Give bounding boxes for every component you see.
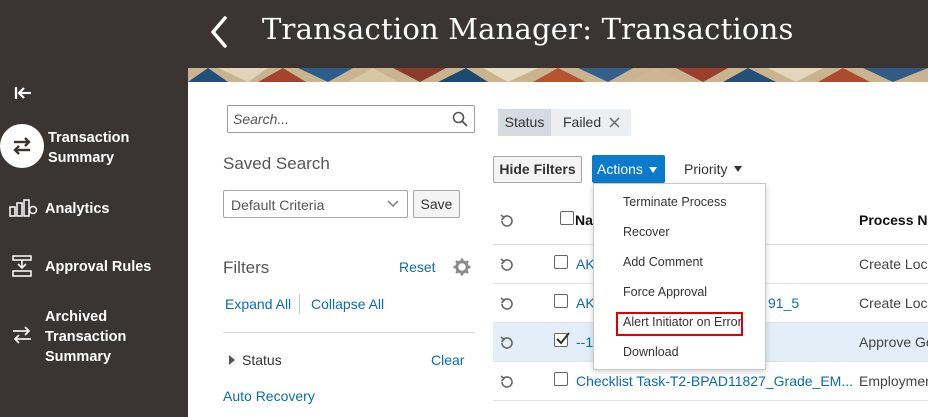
chip-field: Status — [498, 109, 551, 136]
menu-item-terminate-process[interactable]: Terminate Process — [594, 187, 765, 217]
actions-menu: Terminate Process Recover Add Comment Fo… — [593, 183, 766, 370]
actions-button[interactable]: Actions — [592, 155, 665, 183]
sidebar-item-analytics[interactable]: Analytics — [0, 196, 188, 222]
menu-item-add-comment[interactable]: Add Comment — [594, 247, 765, 277]
save-button[interactable]: Save — [413, 190, 460, 218]
page-title: Transaction Manager: Transactions — [262, 12, 794, 46]
saved-search-value: Default Criteria — [231, 197, 325, 213]
hide-filters-button[interactable]: Hide Filters — [493, 156, 582, 183]
row-checkbox[interactable] — [554, 255, 568, 269]
approval-rules-icon — [12, 255, 32, 277]
collapse-all-link[interactable]: Collapse All — [311, 296, 384, 312]
refresh-icon[interactable] — [499, 257, 515, 273]
menu-item-recover[interactable]: Recover — [594, 217, 765, 247]
filters-title: Filters — [223, 258, 270, 277]
refresh-icon[interactable] — [499, 296, 515, 312]
process-name: Create Loca — [859, 295, 928, 311]
saved-search-title: Saved Search — [223, 154, 330, 173]
clear-link[interactable]: Clear — [431, 352, 464, 368]
sidebar-item-approval-rules[interactable]: Approval Rules — [0, 254, 188, 280]
sidebar-item-label: Transaction Summary — [48, 130, 130, 166]
chevron-down-icon — [387, 200, 399, 207]
close-icon[interactable] — [608, 116, 621, 129]
collapse-sidebar-icon[interactable] — [14, 84, 32, 102]
reset-link[interactable]: Reset — [399, 259, 436, 275]
process-name: Employmen — [859, 373, 928, 389]
sidebar: Transaction Summary Analytics Approval R… — [0, 68, 188, 417]
sidebar-item-archived-transaction-summary[interactable]: Archived Transaction Summary — [0, 306, 188, 370]
auto-recovery-option[interactable]: Auto Recovery — [223, 388, 315, 404]
menu-item-force-approval[interactable]: Force Approval — [594, 277, 765, 307]
sidebar-item-label: Archived Transaction Summary — [45, 309, 127, 365]
transaction-name-suffix[interactable]: 91_5 — [768, 295, 799, 311]
refresh-icon[interactable] — [499, 335, 515, 351]
analytics-chart-icon — [9, 199, 38, 217]
column-header-name[interactable]: Na — [575, 212, 593, 228]
row-checkbox[interactable] — [554, 294, 568, 308]
sidebar-item-label: Approval Rules — [45, 259, 152, 275]
transaction-name-link[interactable]: Checklist Task-T2-BPAD11827_Grade_EM... — [576, 373, 853, 389]
refresh-icon[interactable] — [499, 374, 515, 390]
caret-down-icon — [734, 166, 742, 172]
actions-label: Actions — [597, 161, 643, 177]
select-all-checkbox[interactable] — [560, 211, 574, 225]
expand-all-link[interactable]: Expand All — [225, 296, 291, 312]
gear-icon[interactable] — [453, 258, 471, 276]
transaction-name-link[interactable]: AK — [576, 256, 595, 272]
search-icon[interactable] — [452, 111, 468, 127]
transaction-name-link[interactable]: AK — [576, 295, 595, 311]
priority-button[interactable]: Priority — [684, 161, 728, 177]
sidebar-item-label: Analytics — [45, 201, 110, 217]
sidebar-item-transaction-summary[interactable]: Transaction Summary — [0, 124, 188, 172]
search-input[interactable] — [233, 110, 448, 128]
menu-item-download[interactable]: Download — [594, 337, 765, 367]
search-field[interactable] — [227, 105, 475, 133]
highlight-box — [616, 312, 743, 336]
back-arrow-icon[interactable] — [208, 14, 232, 50]
row-checkbox-checked[interactable] — [554, 332, 570, 347]
refresh-icon[interactable] — [499, 213, 515, 229]
column-header-process-name[interactable]: Process Na — [859, 212, 928, 228]
process-name: Approve Go — [859, 334, 928, 350]
checkmark-icon — [556, 332, 570, 345]
archived-summary-icon — [13, 326, 31, 344]
page-header: Transaction Manager: Transactions — [0, 0, 928, 68]
saved-search-select[interactable]: Default Criteria — [223, 190, 408, 218]
decorative-banner — [188, 68, 928, 82]
process-name: Create Loca — [859, 256, 928, 272]
divider — [299, 294, 300, 314]
transaction-name-link[interactable]: --1 — [576, 334, 593, 350]
row-checkbox[interactable] — [554, 372, 568, 386]
caret-right-icon[interactable] — [229, 355, 235, 365]
caret-down-icon — [649, 167, 657, 173]
divider — [223, 332, 474, 333]
swap-arrows-icon — [13, 137, 31, 155]
status-filter-label[interactable]: Status — [242, 352, 282, 368]
